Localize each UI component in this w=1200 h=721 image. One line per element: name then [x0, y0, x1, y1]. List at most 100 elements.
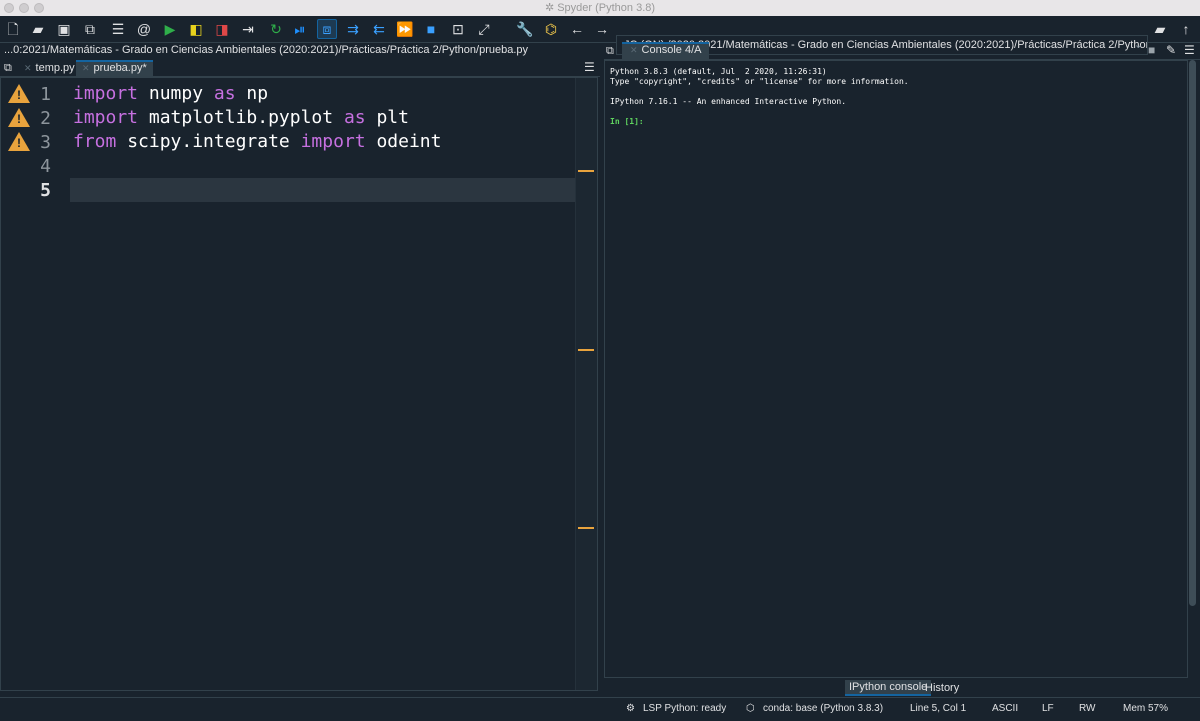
window-titlebar: ✲ Spyder (Python 3.8) — [0, 0, 1200, 17]
browse-tabs-icon[interactable]: ⧉ — [0, 60, 16, 76]
main-toolbar: 🗋 ▰ ▣ ⧉ ☰ @ ▶ ◧ ◨ ⇥ ↻ ⏯ ⧈ ⇉ ⇇ ⏩ ■ ⊡ ⤢ 🔧 … — [0, 16, 1200, 55]
debug-icon[interactable]: ⧈ — [317, 19, 337, 39]
lsp-icon: ⚙ — [626, 703, 635, 714]
read-write-status: RW — [1079, 703, 1096, 714]
clear-console-icon[interactable]: ✎ — [1166, 43, 1176, 57]
editor-options-menu-icon[interactable]: ☰ — [584, 60, 595, 74]
code-token: scipy.integrate — [116, 131, 301, 152]
line-number: 3 — [40, 132, 51, 153]
console-line: IPython 7.16.1 -- An enhanced Interactiv… — [610, 97, 847, 106]
line-number-row: ! 1 — [1, 82, 69, 106]
back-arrow-icon[interactable]: ← — [567, 19, 587, 39]
line-number: 1 — [40, 84, 51, 105]
keyword-token: import — [300, 131, 366, 152]
lsp-status[interactable]: LSP Python: ready — [643, 698, 726, 720]
at-icon[interactable]: @ — [134, 19, 154, 39]
close-tab-icon[interactable]: ✕ — [82, 63, 90, 73]
keyword-token: as — [213, 83, 236, 104]
tab-history[interactable]: History — [921, 680, 963, 696]
warning-icon[interactable]: ! — [8, 108, 30, 127]
list-icon[interactable]: ☰ — [108, 19, 128, 39]
code-token: numpy — [138, 83, 214, 104]
stop-debug-icon[interactable]: ■ — [421, 19, 441, 39]
line-number-row: 4 — [1, 154, 69, 178]
run-cell-advance-icon[interactable]: ◨ — [212, 19, 232, 39]
run-icon[interactable]: ▶ — [160, 19, 180, 39]
continue-icon[interactable]: ⏩ — [395, 19, 415, 39]
line-number-row: 5 — [1, 178, 69, 202]
python-path-icon[interactable]: ⌬ — [541, 19, 561, 39]
line-endings: LF — [1042, 703, 1054, 714]
run-selection-icon[interactable]: ⇥ — [238, 19, 258, 39]
close-tab-icon[interactable]: ✕ — [630, 45, 638, 55]
code-token: odeint — [365, 131, 442, 152]
browse-tabs-icon[interactable]: ⧉ — [604, 43, 616, 59]
code-editor[interactable]: ! 1! 2! 3 4 5 import numpy as np import matplo… — [0, 77, 598, 691]
close-tab-icon[interactable]: ✕ — [24, 63, 32, 73]
spyder-logo-icon: ✲ — [544, 2, 558, 14]
code-token: matplotlib.pyplot — [138, 107, 344, 128]
tab-ipython-console[interactable]: IPython console — [845, 680, 932, 696]
code-text-area[interactable]: import numpy as np import matplotlib.pypl… — [70, 78, 575, 690]
memory-usage: Mem 57% — [1123, 703, 1169, 714]
line-number: 4 — [40, 156, 51, 177]
file-encoding: ASCII — [992, 703, 1019, 714]
warning-icon[interactable]: ! — [8, 84, 30, 103]
keyword-token: import — [73, 83, 139, 104]
code-token: plt — [365, 107, 409, 128]
code-line[interactable]: import matplotlib.pyplot as plt — [73, 106, 409, 130]
code-line[interactable]: from scipy.integrate import odeint — [73, 130, 441, 154]
forward-arrow-icon[interactable]: → — [592, 19, 612, 39]
save-icon[interactable]: ▣ — [54, 19, 74, 39]
console-prompt: In [1]: — [610, 117, 644, 126]
editor-file-path: ...0:2021/Matemáticas - Grado en Ciencia… — [4, 44, 529, 56]
code-token: np — [235, 83, 269, 104]
line-number-row: ! 3 — [1, 130, 69, 154]
wrench-icon[interactable]: 🔧 — [515, 19, 535, 39]
debug-step-icon[interactable]: ⏯ — [290, 19, 310, 39]
line-number: 5 — [40, 180, 51, 201]
editor-tabbar: ⧉ ✕ temp.py ✕ prueba.py* ☰ — [0, 59, 600, 77]
console-line: Type "copyright", "credits" or "license"… — [610, 77, 909, 86]
keyword-token: from — [73, 131, 117, 152]
tab-console-4a[interactable]: ✕ Console 4/A — [622, 42, 710, 59]
step-return-icon[interactable]: ⇇ — [369, 19, 389, 39]
open-folder-icon[interactable]: ▰ — [28, 19, 48, 39]
rerun-icon[interactable]: ↻ — [266, 19, 286, 39]
maximize-pane-icon[interactable]: ⊡ — [448, 19, 468, 39]
parent-dir-icon[interactable]: ↑ — [1176, 19, 1196, 39]
conda-status[interactable]: conda: base (Python 3.8.3) — [763, 698, 883, 720]
stop-kernel-icon[interactable]: ■ — [1148, 43, 1155, 57]
conda-icon: ⬡ — [746, 703, 755, 714]
save-all-icon[interactable]: ⧉ — [80, 19, 100, 39]
editor-scroll-flag-area[interactable] — [575, 78, 597, 690]
run-cell-icon[interactable]: ◧ — [186, 19, 206, 39]
step-into-icon[interactable]: ⇉ — [343, 19, 363, 39]
line-number: 2 — [40, 108, 51, 129]
browse-folder-icon[interactable]: ▰ — [1150, 19, 1170, 39]
new-file-icon[interactable]: 🗋 — [3, 19, 23, 39]
warning-icon[interactable]: ! — [8, 132, 30, 151]
tab-prueba-py[interactable]: ✕ prueba.py* — [76, 60, 153, 76]
ipython-console[interactable]: Python 3.8.3 (default, Jul 2 2020, 11:26… — [604, 60, 1188, 678]
console-tabbar: ⧉ ✕ Console 4/A ■ ✎ ☰ — [604, 42, 1200, 60]
tab-temp-py[interactable]: ✕ temp.py — [18, 60, 81, 76]
fullscreen-icon[interactable]: ⤢ — [474, 19, 494, 39]
warning-glyph: ! — [17, 112, 21, 126]
cursor-position: Line 5, Col 1 — [910, 703, 967, 714]
warning-scroll-flag[interactable] — [578, 527, 594, 529]
code-line[interactable]: import numpy as np — [73, 82, 268, 106]
line-number-row: ! 2 — [1, 106, 69, 130]
console-scrollbar[interactable] — [1188, 60, 1198, 678]
window-title: ✲ Spyder (Python 3.8) — [544, 2, 656, 14]
console-scrollbar-thumb[interactable] — [1189, 60, 1196, 606]
warning-glyph: ! — [17, 136, 21, 150]
warning-scroll-flag[interactable] — [578, 349, 594, 351]
console-line: Python 3.8.3 (default, Jul 2 2020, 11:26… — [610, 67, 827, 76]
warning-glyph: ! — [17, 88, 21, 102]
warning-scroll-flag[interactable] — [578, 170, 594, 172]
status-bar: ⚙ LSP Python: ready ⬡ conda: base (Pytho… — [0, 697, 1200, 721]
console-options-menu-icon[interactable]: ☰ — [1184, 43, 1195, 57]
